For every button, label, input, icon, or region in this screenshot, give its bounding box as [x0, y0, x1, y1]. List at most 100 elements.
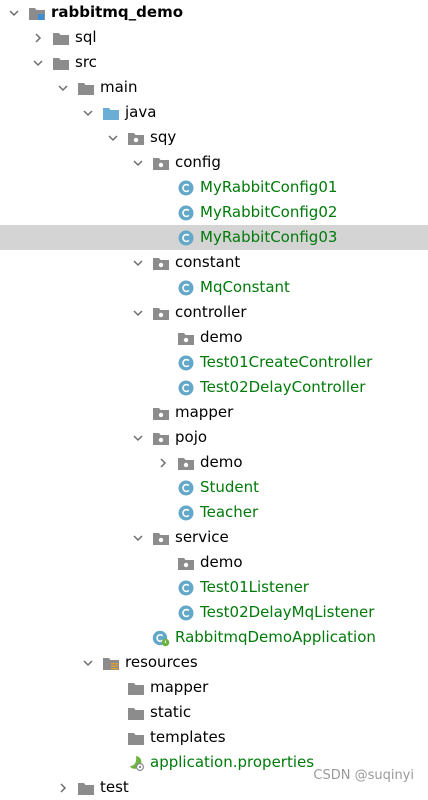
chevron-down-icon[interactable]: [130, 430, 146, 446]
class-icon: [177, 504, 195, 522]
class-icon: [177, 204, 195, 222]
spring-properties-icon: [127, 754, 145, 772]
tree-item-service[interactable]: service: [0, 525, 428, 550]
tree-item-label: mapper: [175, 403, 234, 421]
package-icon: [152, 404, 170, 422]
tree-item-label: pojo: [175, 428, 208, 446]
package-icon: [152, 429, 170, 447]
tree-item-templates[interactable]: templates: [0, 725, 428, 750]
tree-item-resources-mapper[interactable]: mapper: [0, 675, 428, 700]
tree-item-label: main: [100, 78, 138, 96]
tree-item-test02delaymqlistener[interactable]: Test02DelayMqListener: [0, 600, 428, 625]
package-icon: [152, 304, 170, 322]
chevron-down-icon[interactable]: [6, 5, 22, 21]
tree-item-mqconstant[interactable]: MqConstant: [0, 275, 428, 300]
tree-item-test01listener[interactable]: Test01Listener: [0, 575, 428, 600]
class-icon: [177, 604, 195, 622]
tree-item-label: mapper: [150, 678, 209, 696]
chevron-down-icon[interactable]: [130, 255, 146, 271]
chevron-down-icon[interactable]: [80, 105, 96, 121]
chevron-down-icon[interactable]: [130, 155, 146, 171]
tree-item-constant[interactable]: constant: [0, 250, 428, 275]
package-icon: [152, 154, 170, 172]
folder-icon: [77, 79, 95, 97]
class-icon: [177, 354, 195, 372]
class-icon: [177, 229, 195, 247]
package-icon: [152, 529, 170, 547]
tree-item-label: Student: [200, 478, 260, 496]
class-icon: [177, 479, 195, 497]
tree-item-label: Test01CreateController: [200, 353, 373, 371]
tree-item-label: demo: [200, 553, 243, 571]
class-icon: [177, 579, 195, 597]
tree-item-label: sql: [75, 28, 97, 46]
tree-item-label: application.properties: [150, 753, 315, 771]
tree-item-java[interactable]: java: [0, 100, 428, 125]
chevron-down-icon[interactable]: [130, 305, 146, 321]
tree-item-pojo[interactable]: pojo: [0, 425, 428, 450]
tree-item-label: RabbitmqDemoApplication: [175, 628, 376, 646]
tree-item-test02delaycontroller[interactable]: Test02DelayController: [0, 375, 428, 400]
tree-item-static[interactable]: static: [0, 700, 428, 725]
folder-icon: [52, 54, 70, 72]
package-icon: [177, 554, 195, 572]
tree-item-resources[interactable]: resources: [0, 650, 428, 675]
class-icon: [177, 379, 195, 397]
package-icon: [177, 329, 195, 347]
folder-icon: [127, 704, 145, 722]
tree-item-myrabbitconfig02[interactable]: MyRabbitConfig02: [0, 200, 428, 225]
tree-item-label: rabbitmq_demo: [51, 3, 184, 21]
tree-item-myrabbitconfig03[interactable]: MyRabbitConfig03: [0, 225, 428, 250]
tree-item-src[interactable]: src: [0, 50, 428, 75]
tree-item-pojo-demo[interactable]: demo: [0, 450, 428, 475]
tree-item-label: templates: [150, 728, 226, 746]
tree-item-label: Test02DelayMqListener: [200, 603, 375, 621]
package-icon: [152, 254, 170, 272]
tree-item-label: sqy: [150, 128, 177, 146]
chevron-right-icon[interactable]: [55, 780, 71, 796]
tree-item-label: src: [75, 53, 97, 71]
tree-item-student[interactable]: Student: [0, 475, 428, 500]
chevron-right-icon[interactable]: [30, 30, 46, 46]
chevron-down-icon[interactable]: [30, 55, 46, 71]
tree-item-service-demo[interactable]: demo: [0, 550, 428, 575]
spring-boot-class-icon: [152, 629, 170, 647]
folder-icon: [127, 679, 145, 697]
tree-item-label: Test01Listener: [200, 578, 309, 596]
chevron-down-icon[interactable]: [80, 655, 96, 671]
chevron-down-icon[interactable]: [130, 530, 146, 546]
tree-item-label: MqConstant: [200, 278, 290, 296]
tree-item-label: MyRabbitConfig02: [200, 203, 338, 221]
chevron-right-icon[interactable]: [155, 455, 171, 471]
tree-item-main[interactable]: main: [0, 75, 428, 100]
class-icon: [177, 279, 195, 297]
tree-item-label: static: [150, 703, 192, 721]
tree-item-label: MyRabbitConfig01: [200, 178, 338, 196]
chevron-down-icon[interactable]: [55, 80, 71, 96]
folder-icon: [52, 29, 70, 47]
tree-item-config[interactable]: config: [0, 150, 428, 175]
tree-item-sql[interactable]: sql: [0, 25, 428, 50]
module-folder-icon: [28, 4, 46, 22]
tree-item-label: demo: [200, 453, 243, 471]
tree-item-controller[interactable]: controller: [0, 300, 428, 325]
tree-item-label: config: [175, 153, 221, 171]
tree-item-label: constant: [175, 253, 241, 271]
project-tree: rabbitmq_demo sql src main java sqy conf…: [0, 0, 428, 800]
tree-item-test01createcontroller[interactable]: Test01CreateController: [0, 350, 428, 375]
tree-item-rabbitmqdemoapplication[interactable]: RabbitmqDemoApplication: [0, 625, 428, 650]
tree-item-label: test: [100, 778, 129, 796]
tree-item-rabbitmq-demo[interactable]: rabbitmq_demo: [0, 0, 428, 25]
tree-item-label: demo: [200, 328, 243, 346]
source-folder-icon: [102, 104, 120, 122]
tree-item-teacher[interactable]: Teacher: [0, 500, 428, 525]
tree-item-myrabbitconfig01[interactable]: MyRabbitConfig01: [0, 175, 428, 200]
folder-icon: [77, 779, 95, 797]
tree-item-mapper[interactable]: mapper: [0, 400, 428, 425]
tree-item-controller-demo[interactable]: demo: [0, 325, 428, 350]
tree-item-label: controller: [175, 303, 247, 321]
resources-folder-icon: [102, 654, 120, 672]
chevron-down-icon[interactable]: [105, 130, 121, 146]
tree-item-label: MyRabbitConfig03: [200, 228, 338, 246]
tree-item-sqy[interactable]: sqy: [0, 125, 428, 150]
